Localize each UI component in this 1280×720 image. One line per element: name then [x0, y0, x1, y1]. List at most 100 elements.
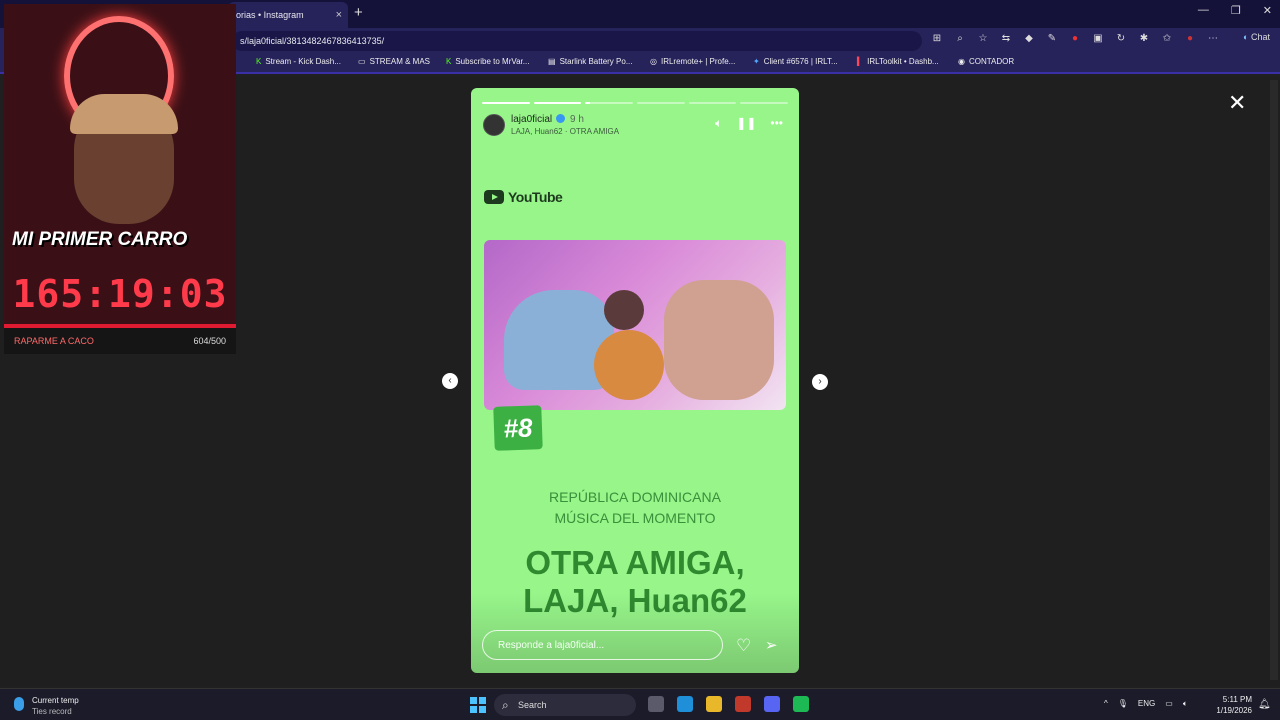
- toolbar-icons: ⊞ ⌕ ☆ ⇆ ◆ ✎ ● ▣ ↻ ✱ ✩ ● ⋯: [930, 33, 1220, 44]
- bookmark-item[interactable]: ▍ IRLToolkit • Dashb...: [857, 57, 939, 66]
- taskbar-apps: [648, 696, 809, 712]
- client-icon: ✦: [753, 57, 760, 66]
- reply-input[interactable]: Responde a laja0ficial...: [482, 630, 723, 660]
- story-song-label[interactable]: LAJA, Huan62 · OTRA AMIGA: [511, 127, 619, 136]
- extension-icon[interactable]: ⇆: [999, 33, 1013, 44]
- tray-chevron-icon[interactable]: ^: [1104, 699, 1108, 709]
- file-explorer-icon[interactable]: [706, 696, 722, 712]
- tab-close-icon[interactable]: ×: [336, 2, 342, 28]
- send-icon[interactable]: ➢: [765, 636, 778, 654]
- bookmark-item[interactable]: ▤ Starlink Battery Po...: [548, 57, 632, 66]
- discord-icon[interactable]: [764, 696, 780, 712]
- page-icon: ▤: [548, 57, 556, 66]
- edge-icon[interactable]: [677, 696, 693, 712]
- story-card[interactable]: laja0ficial 9 h LAJA, Huan62 · OTRA AMIG…: [471, 88, 799, 673]
- copilot-icon: ◐: [1243, 32, 1249, 42]
- bookmark-item[interactable]: ✦ Client #6576 | IRLT...: [753, 57, 838, 66]
- story-subtitle: REPÚBLICA DOMINICANA MÚSICA DEL MOMENTO: [471, 487, 799, 529]
- page-scrollbar[interactable]: [1270, 80, 1278, 680]
- progress-segment: [740, 102, 789, 104]
- url-input[interactable]: s/laja0ficial/3813482467836413735/: [232, 31, 922, 51]
- more-options-icon[interactable]: •••: [770, 116, 783, 131]
- maximize-button[interactable]: ❐: [1231, 4, 1241, 17]
- more-menu-icon[interactable]: ⋯: [1206, 33, 1220, 44]
- screen: orias • Instagram × + — ❐ ✕ s/laja0ficia…: [0, 0, 1280, 720]
- counter-icon: ◉: [958, 57, 965, 66]
- country-line: REPÚBLICA DOMINICANA: [549, 489, 721, 505]
- extension-red-icon[interactable]: ●: [1068, 33, 1082, 44]
- next-story-button[interactable]: ›: [812, 374, 828, 390]
- clock[interactable]: 5:11 PM 1/19/2026: [1214, 694, 1252, 716]
- story-controls: 🔈︎ ❚❚ •••: [715, 116, 783, 131]
- youtube-label: YouTube: [484, 189, 563, 205]
- bookmark-item[interactable]: ◎ IRLremote+ | Profe...: [650, 57, 735, 66]
- system-tray: ^ 🎙︎ ENG ▭ 🔈︎: [1104, 699, 1188, 709]
- pause-icon[interactable]: ❚❚: [736, 116, 756, 131]
- favorite-star-icon[interactable]: ☆: [976, 33, 990, 44]
- headline-line-1: OTRA AMIGA,: [525, 544, 745, 581]
- favorites-icon[interactable]: ✩: [1160, 33, 1174, 44]
- new-tab-button[interactable]: +: [354, 4, 363, 21]
- previous-story-button[interactable]: ‹: [442, 373, 458, 389]
- verified-badge-icon: [556, 114, 565, 123]
- progress-segment: [585, 102, 634, 104]
- language-indicator[interactable]: ENG: [1138, 699, 1155, 709]
- tab-title: orias • Instagram: [236, 10, 304, 20]
- streamer-cap: [70, 94, 178, 134]
- minimize-button[interactable]: —: [1198, 4, 1209, 17]
- microphone-icon[interactable]: 🎙︎: [1118, 699, 1128, 709]
- bookmark-item[interactable]: ◉ CONTADOR: [958, 57, 1014, 66]
- copilot-label: Chat: [1250, 32, 1270, 42]
- extension-box-icon[interactable]: ▣: [1091, 33, 1105, 44]
- extension-diamond-icon[interactable]: ◆: [1022, 33, 1036, 44]
- heart-icon[interactable]: ♡: [736, 636, 751, 656]
- overlay-banner: MI PRIMER CARRO: [12, 229, 188, 250]
- copilot-chat-button[interactable]: ◐ Chat: [1243, 32, 1270, 42]
- thumbnail-dog: [594, 330, 664, 400]
- chrome-icon[interactable]: [735, 696, 751, 712]
- goal-bar: RAPARME A CACO 604/500: [4, 328, 236, 354]
- headline-line-2: LAJA, Huan62: [523, 582, 747, 619]
- network-icon[interactable]: ▭: [1165, 699, 1173, 709]
- start-button[interactable]: [470, 697, 486, 713]
- taskbar-search[interactable]: Search: [494, 694, 636, 716]
- webcam-overlay: MI PRIMER CARRO 165:19:03: [4, 4, 236, 328]
- story-username[interactable]: laja0ficial: [511, 114, 552, 125]
- bookmark-folder[interactable]: ▭ STREAM & MAS: [358, 57, 430, 66]
- progress-segment: [533, 102, 582, 104]
- task-view-icon[interactable]: [648, 696, 664, 712]
- kick-icon: K: [256, 57, 262, 66]
- clock-time: 5:11 PM: [1222, 695, 1252, 704]
- notification-bell-icon[interactable]: 🔔︎: [1258, 699, 1271, 710]
- story-headline: OTRA AMIGA, LAJA, Huan62: [471, 544, 799, 620]
- close-window-button[interactable]: ✕: [1263, 4, 1272, 17]
- goal-count: 604/500: [193, 336, 226, 346]
- kick-icon: K: [446, 57, 452, 66]
- extensions-puzzle-icon[interactable]: ✱: [1137, 33, 1151, 44]
- progress-segment: [482, 102, 530, 104]
- volume-tray-icon[interactable]: 🔈︎: [1183, 699, 1188, 709]
- avatar[interactable]: [483, 114, 505, 136]
- volume-icon[interactable]: 🔈︎: [715, 116, 722, 131]
- refresh-extension-icon[interactable]: ↻: [1114, 33, 1128, 44]
- app-available-icon[interactable]: ⊞: [930, 33, 944, 44]
- story-progress: [482, 102, 789, 104]
- taskbar: Current temp Ties record Search ^ 🎙︎ ENG…: [0, 688, 1280, 720]
- zoom-icon[interactable]: ⌕: [953, 33, 967, 44]
- weather-subtitle: Ties record: [32, 707, 72, 716]
- close-story-icon[interactable]: ✕: [1228, 90, 1246, 116]
- bookmark-item[interactable]: K Subscribe to MrVar...: [446, 57, 529, 66]
- spotify-icon[interactable]: [793, 696, 809, 712]
- youtube-icon: [484, 190, 504, 204]
- extension-pen-icon[interactable]: ✎: [1045, 33, 1059, 44]
- thermometer-icon: [14, 697, 24, 711]
- progress-segment: [688, 102, 737, 104]
- goal-label: RAPARME A CACO: [14, 336, 94, 346]
- weather-title: Current temp: [32, 696, 79, 705]
- youtube-text: YouTube: [508, 189, 563, 205]
- tab-instagram[interactable]: orias • Instagram ×: [228, 2, 348, 28]
- bookmark-item[interactable]: K Stream - Kick Dash...: [256, 57, 341, 66]
- story-time: 9 h: [570, 114, 584, 125]
- profile-avatar-icon[interactable]: ●: [1183, 33, 1197, 44]
- thumbnail-figure: [604, 290, 644, 330]
